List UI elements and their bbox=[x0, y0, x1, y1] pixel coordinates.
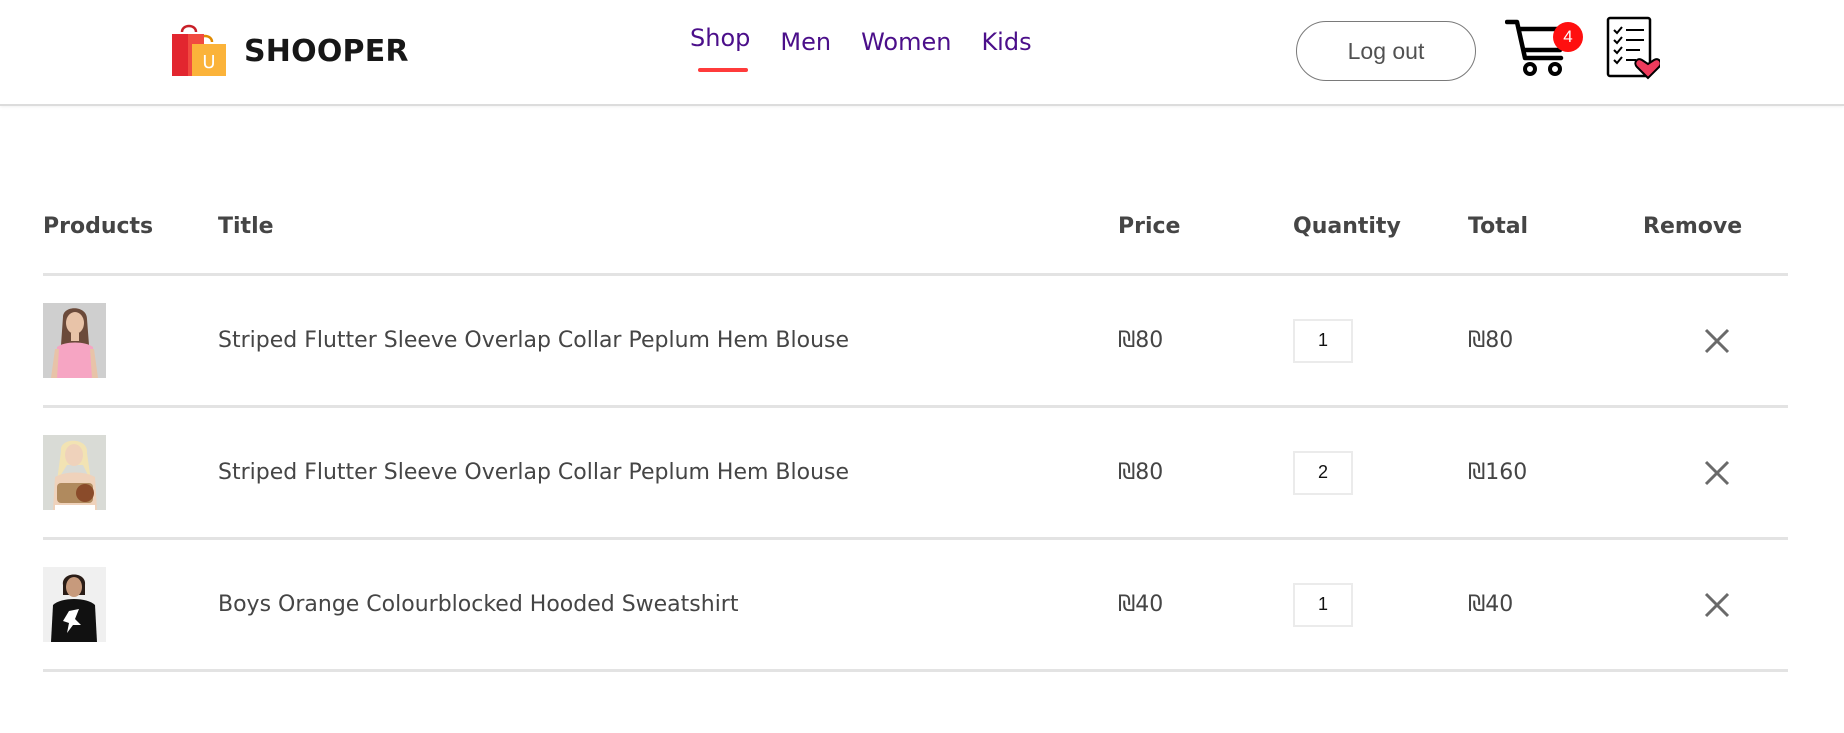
product-title: Boys Orange Colourblocked Hooded Sweatsh… bbox=[218, 592, 739, 617]
nav-item-shop[interactable]: Shop bbox=[690, 24, 750, 78]
quantity-field[interactable]: 1 bbox=[1293, 318, 1353, 363]
orders-button[interactable] bbox=[1604, 16, 1660, 80]
remove-item-button[interactable] bbox=[1702, 326, 1732, 356]
product-title: Striped Flutter Sleeve Overlap Collar Pe… bbox=[218, 460, 850, 485]
nav-item-kids[interactable]: Kids bbox=[981, 28, 1031, 78]
product-total: ₪80 bbox=[1468, 328, 1514, 353]
nav-item-men[interactable]: Men bbox=[780, 28, 831, 78]
product-thumbnail[interactable] bbox=[43, 435, 106, 510]
active-nav-underline bbox=[698, 68, 748, 72]
column-header-total: Total bbox=[1468, 214, 1529, 239]
close-icon bbox=[1704, 592, 1730, 617]
table-row: Striped Flutter Sleeve Overlap Collar Pe… bbox=[43, 408, 1788, 540]
navbar: U SHOOPER Shop Men Women Kids Log out 4 bbox=[0, 0, 1844, 106]
product-title: Striped Flutter Sleeve Overlap Collar Pe… bbox=[218, 328, 850, 353]
product-price: ₪80 bbox=[1118, 328, 1164, 353]
nav-item-label: Kids bbox=[981, 28, 1032, 56]
close-icon bbox=[1704, 460, 1730, 485]
cart-count-badge: 4 bbox=[1553, 22, 1583, 52]
close-icon bbox=[1704, 328, 1730, 353]
nav-item-label: Shop bbox=[690, 24, 751, 52]
product-thumbnail[interactable] bbox=[43, 303, 106, 378]
shopping-bags-icon: U bbox=[172, 24, 226, 76]
product-price: ₪80 bbox=[1118, 460, 1164, 485]
remove-item-button[interactable] bbox=[1702, 590, 1732, 620]
cart-table: Products Title Price Quantity Total Remo… bbox=[43, 214, 1788, 672]
column-header-products: Products bbox=[43, 214, 154, 239]
nav-item-label: Women bbox=[861, 28, 952, 56]
table-row: Striped Flutter Sleeve Overlap Collar Pe… bbox=[43, 276, 1788, 408]
column-header-remove: Remove bbox=[1643, 214, 1743, 239]
svg-text:U: U bbox=[202, 52, 215, 73]
product-price: ₪40 bbox=[1118, 592, 1164, 617]
product-total: ₪40 bbox=[1468, 592, 1514, 617]
remove-item-button[interactable] bbox=[1702, 458, 1732, 488]
brand-name: SHOOPER bbox=[244, 33, 409, 69]
column-header-title: Title bbox=[218, 214, 274, 239]
product-thumbnail[interactable] bbox=[43, 567, 106, 642]
column-header-quantity: Quantity bbox=[1293, 214, 1401, 239]
quantity-field[interactable]: 2 bbox=[1293, 450, 1353, 495]
product-total: ₪160 bbox=[1468, 460, 1528, 485]
cart-button[interactable]: 4 bbox=[1505, 14, 1583, 78]
main-nav: Shop Men Women Kids bbox=[690, 24, 1062, 78]
brand-logo[interactable]: U SHOOPER bbox=[170, 22, 409, 80]
column-header-price: Price bbox=[1118, 214, 1181, 239]
quantity-field[interactable]: 1 bbox=[1293, 582, 1353, 627]
logout-button[interactable]: Log out bbox=[1296, 21, 1476, 81]
nav-item-label: Men bbox=[780, 28, 832, 56]
order-list-heart-icon bbox=[1606, 16, 1660, 80]
nav-item-women[interactable]: Women bbox=[861, 28, 951, 78]
table-header: Products Title Price Quantity Total Remo… bbox=[43, 214, 1788, 276]
table-row: Boys Orange Colourblocked Hooded Sweatsh… bbox=[43, 540, 1788, 672]
